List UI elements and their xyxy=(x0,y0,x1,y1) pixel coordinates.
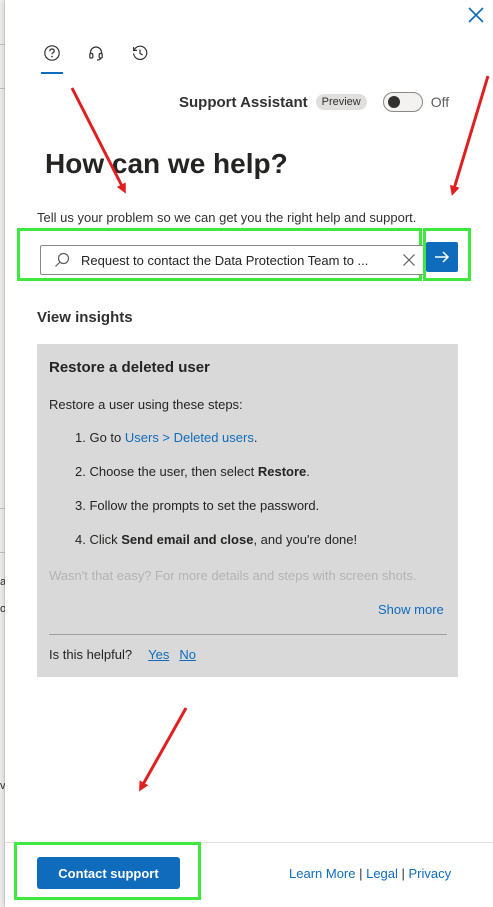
history-icon xyxy=(133,45,148,60)
step-item: 3. Follow the prompts to set the passwor… xyxy=(75,498,320,513)
contact-support-button[interactable]: Contact support xyxy=(37,857,180,889)
faded-text: Wasn't that easy? For more details and s… xyxy=(49,568,417,583)
preview-badge: Preview xyxy=(315,94,367,110)
close-button[interactable] xyxy=(465,4,487,26)
search-field[interactable]: Request to contact the Data Protection T… xyxy=(40,245,425,275)
close-icon xyxy=(468,7,484,23)
feedback-row: Is this helpful? Yes No xyxy=(49,647,196,662)
step-text: 1. Go to xyxy=(75,430,125,445)
insight-card: Restore a deleted user Restore a user us… xyxy=(37,344,458,677)
privacy-link[interactable]: Privacy xyxy=(409,866,452,881)
help-circle-icon xyxy=(44,45,60,61)
page-title: How can we help? xyxy=(45,148,288,179)
step-item: 1. Go to Users > Deleted users. xyxy=(75,430,257,445)
clear-icon[interactable] xyxy=(402,253,416,267)
footer-links: Learn More | Legal | Privacy xyxy=(289,866,451,881)
step-text: . xyxy=(253,430,258,445)
show-more-link[interactable]: Show more xyxy=(378,602,444,617)
legal-link[interactable]: Legal xyxy=(366,866,398,881)
step-bold-text: Send email and close xyxy=(121,532,254,547)
link-separator: | xyxy=(355,866,367,881)
arrow-right-icon xyxy=(435,251,450,263)
step-text: 2. Choose the user, then select xyxy=(75,464,258,479)
toggle-knob xyxy=(387,96,400,108)
submit-search-button[interactable] xyxy=(426,242,458,272)
link-separator: | xyxy=(397,866,409,881)
feedback-no-link[interactable]: No xyxy=(179,647,196,662)
helpful-label: Is this helpful? xyxy=(49,647,133,662)
search-icon xyxy=(55,252,70,267)
help-description: Tell us your problem so we can get you t… xyxy=(37,210,417,225)
learn-more-link[interactable]: Learn More xyxy=(289,866,355,881)
support-assistant-row: Support Assistant Preview Off xyxy=(179,92,449,112)
card-divider xyxy=(49,634,447,635)
toggle-state-label: Off xyxy=(430,94,450,110)
search-highlight-box: Request to contact the Data Protection T… xyxy=(17,228,425,281)
step-bold-text: Restore xyxy=(257,464,307,479)
feedback-yes-link[interactable]: Yes xyxy=(148,647,169,662)
tab-support[interactable] xyxy=(85,42,107,76)
help-panel: Support Assistant Preview Off How can we… xyxy=(5,0,493,907)
step-text: . xyxy=(306,464,310,479)
insight-card-title: Restore a deleted user xyxy=(49,359,210,376)
tab-help[interactable] xyxy=(41,42,63,76)
tab-history[interactable] xyxy=(129,42,151,76)
insight-card-intro: Restore a user using these steps: xyxy=(49,397,243,412)
step-text: 4. Click xyxy=(75,532,122,547)
step-item: 2. Choose the user, then select Restore. xyxy=(75,464,310,479)
panel-tabs xyxy=(41,42,151,76)
headset-icon xyxy=(89,46,103,61)
support-assistant-toggle[interactable] xyxy=(382,92,423,112)
insights-heading: View insights xyxy=(37,309,133,326)
support-assistant-label: Support Assistant xyxy=(179,93,308,111)
search-input[interactable]: Request to contact the Data Protection T… xyxy=(81,253,396,268)
step-text: , and you're done! xyxy=(253,532,358,547)
step-item: 4. Click Send email and close, and you'r… xyxy=(75,532,357,547)
deleted-users-link[interactable]: Users > Deleted users xyxy=(125,430,254,445)
